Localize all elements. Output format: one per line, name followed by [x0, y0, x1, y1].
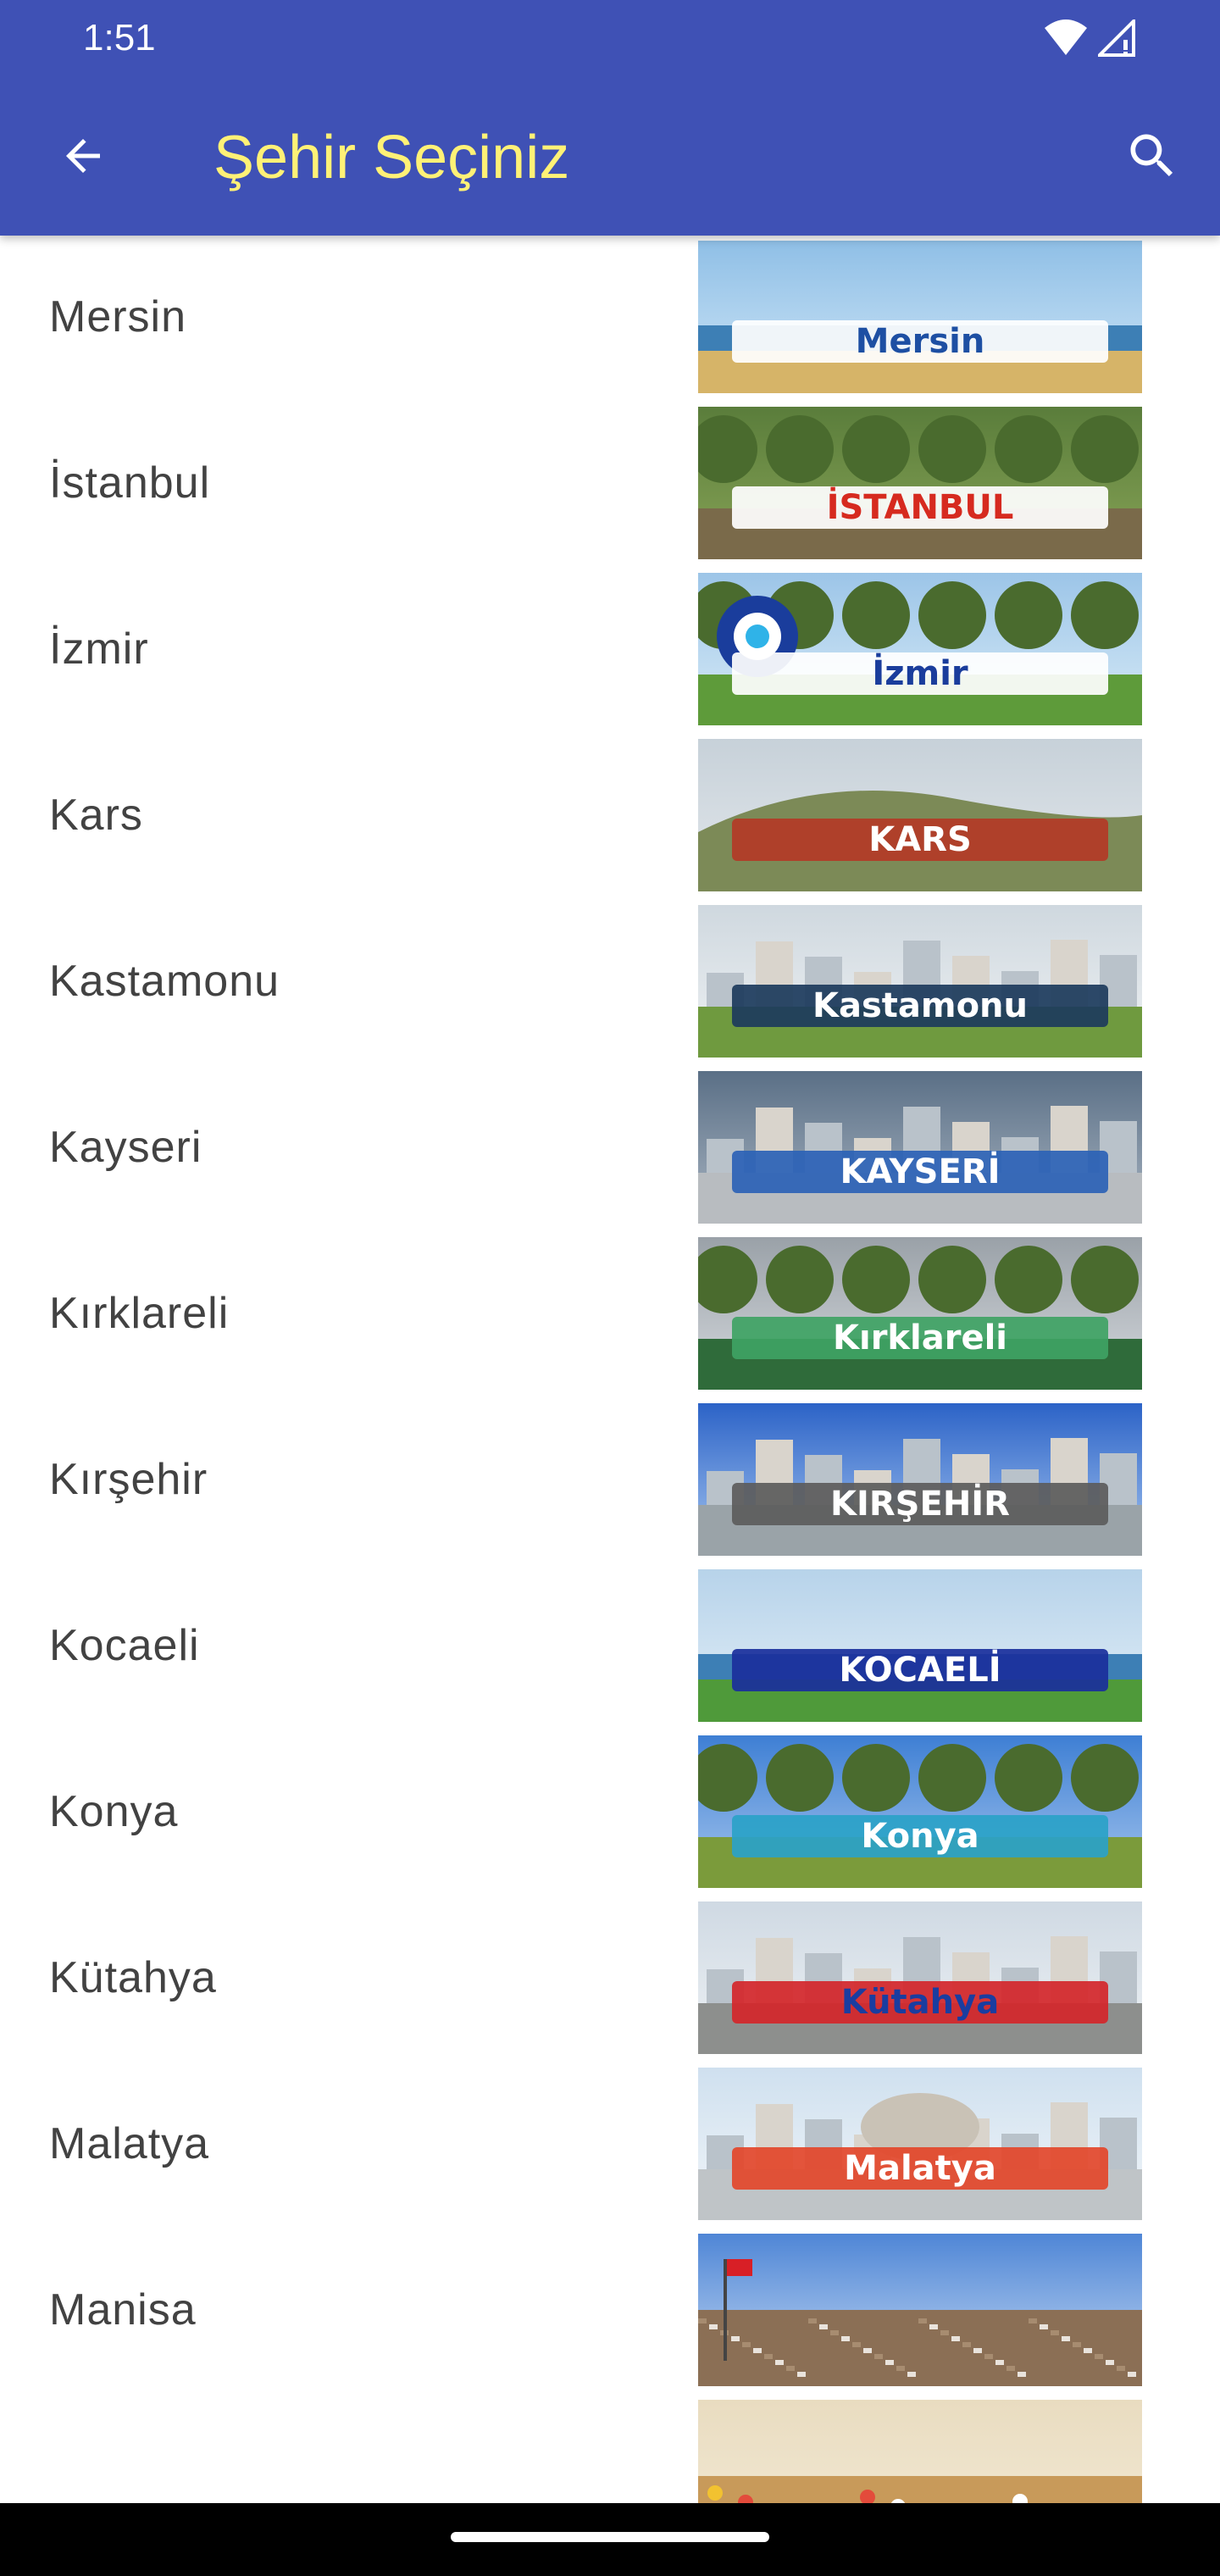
wifi-icon	[1044, 19, 1088, 57]
city-name: İzmir	[49, 625, 149, 674]
city-row[interactable]: Kırklareli Kırklareli	[0, 1230, 1220, 1396]
city-photo[interactable]: Konya	[698, 1735, 1142, 1888]
city-photo[interactable]: Kütahya	[698, 1901, 1142, 2054]
city-sign-text: Kırklareli	[833, 1319, 1007, 1357]
city-name: Kırklareli	[49, 1289, 230, 1338]
app-bar: 1:51 Şehir Seçiniz	[0, 0, 1220, 236]
city-row[interactable]: Malatya Malatya	[0, 2061, 1220, 2227]
status-icons	[1044, 15, 1135, 61]
city-photo[interactable]: KOCAELİ	[698, 1569, 1142, 1722]
arrow-back-icon	[58, 130, 108, 186]
city-row[interactable]: Kastamonu Kastamonu	[0, 898, 1220, 1064]
city-photo[interactable]: İzmir	[698, 573, 1142, 725]
city-photo[interactable]: KARS	[698, 739, 1142, 891]
city-row[interactable]: Konya Konya	[0, 1729, 1220, 1895]
city-row[interactable]: Kocaeli KOCAELİ	[0, 1563, 1220, 1729]
city-photo[interactable]: İSTANBUL	[698, 407, 1142, 559]
city-name: Malatya	[49, 2119, 210, 2168]
city-sign-text: İzmir	[872, 652, 968, 693]
search-button[interactable]	[1110, 115, 1195, 200]
city-sign-text: Kütahya	[841, 1983, 999, 2022]
search-icon	[1123, 127, 1181, 189]
city-sign-text: Kastamonu	[812, 986, 1028, 1025]
cellular-signal-icon	[1098, 19, 1135, 57]
city-name: Kütahya	[49, 1953, 217, 2002]
city-name: Mersin	[49, 292, 187, 341]
city-sign-text: KOCAELİ	[839, 1649, 1001, 1690]
city-name: İstanbul	[49, 458, 211, 508]
city-name: Kastamonu	[49, 957, 280, 1006]
city-row[interactable]: Kayseri KAYSERİ	[0, 1064, 1220, 1230]
city-name: Kayseri	[49, 1123, 202, 1172]
city-row[interactable]: İstanbul İSTANBUL	[0, 400, 1220, 566]
city-sign-text: Konya	[861, 1817, 979, 1856]
city-photo[interactable]: Mersin	[698, 241, 1142, 393]
city-row[interactable]: İzmir İzmir	[0, 566, 1220, 732]
city-photo[interactable]: Malatya	[698, 2068, 1142, 2220]
city-sign-text: Mersin	[856, 322, 985, 361]
city-row[interactable]: Manisa	[0, 2227, 1220, 2393]
city-photo[interactable]: KAYSERİ	[698, 1071, 1142, 1224]
back-button[interactable]	[44, 119, 122, 197]
city-sign-text: İSTANBUL	[827, 486, 1014, 527]
city-row[interactable]: Kütahya Kütahya	[0, 1895, 1220, 2061]
city-photo[interactable]: Kastamonu	[698, 905, 1142, 1058]
city-name: Konya	[49, 1787, 179, 1836]
city-sign-text: KAYSERİ	[840, 1151, 1001, 1191]
city-photo[interactable]: Kırklareli	[698, 1237, 1142, 1390]
city-name: Kocaeli	[49, 1621, 200, 1670]
city-row[interactable]: Kırşehir KIRŞEHİR	[0, 1396, 1220, 1563]
city-photo[interactable]	[698, 2234, 1142, 2386]
gesture-handle[interactable]	[451, 2532, 769, 2542]
city-name: Manisa	[49, 2285, 197, 2334]
city-sign-text: Malatya	[844, 2149, 996, 2188]
city-row[interactable]: Kars KARS	[0, 732, 1220, 898]
page-title: Şehir Seçiniz	[214, 124, 570, 192]
city-sign-text: KIRŞEHİR	[830, 1483, 1010, 1524]
city-sign-text: KARS	[868, 820, 972, 859]
city-name: Kırşehir	[49, 1455, 208, 1504]
status-time: 1:51	[83, 17, 156, 58]
system-nav-bar	[0, 2503, 1220, 2576]
city-row[interactable]: Mersin Mersin	[0, 234, 1220, 400]
city-list[interactable]: IspartaMersinMersinİstanbulİSTANBULİzmir…	[0, 68, 1220, 2559]
city-name: Kars	[49, 791, 143, 840]
city-photo[interactable]: KIRŞEHİR	[698, 1403, 1142, 1556]
